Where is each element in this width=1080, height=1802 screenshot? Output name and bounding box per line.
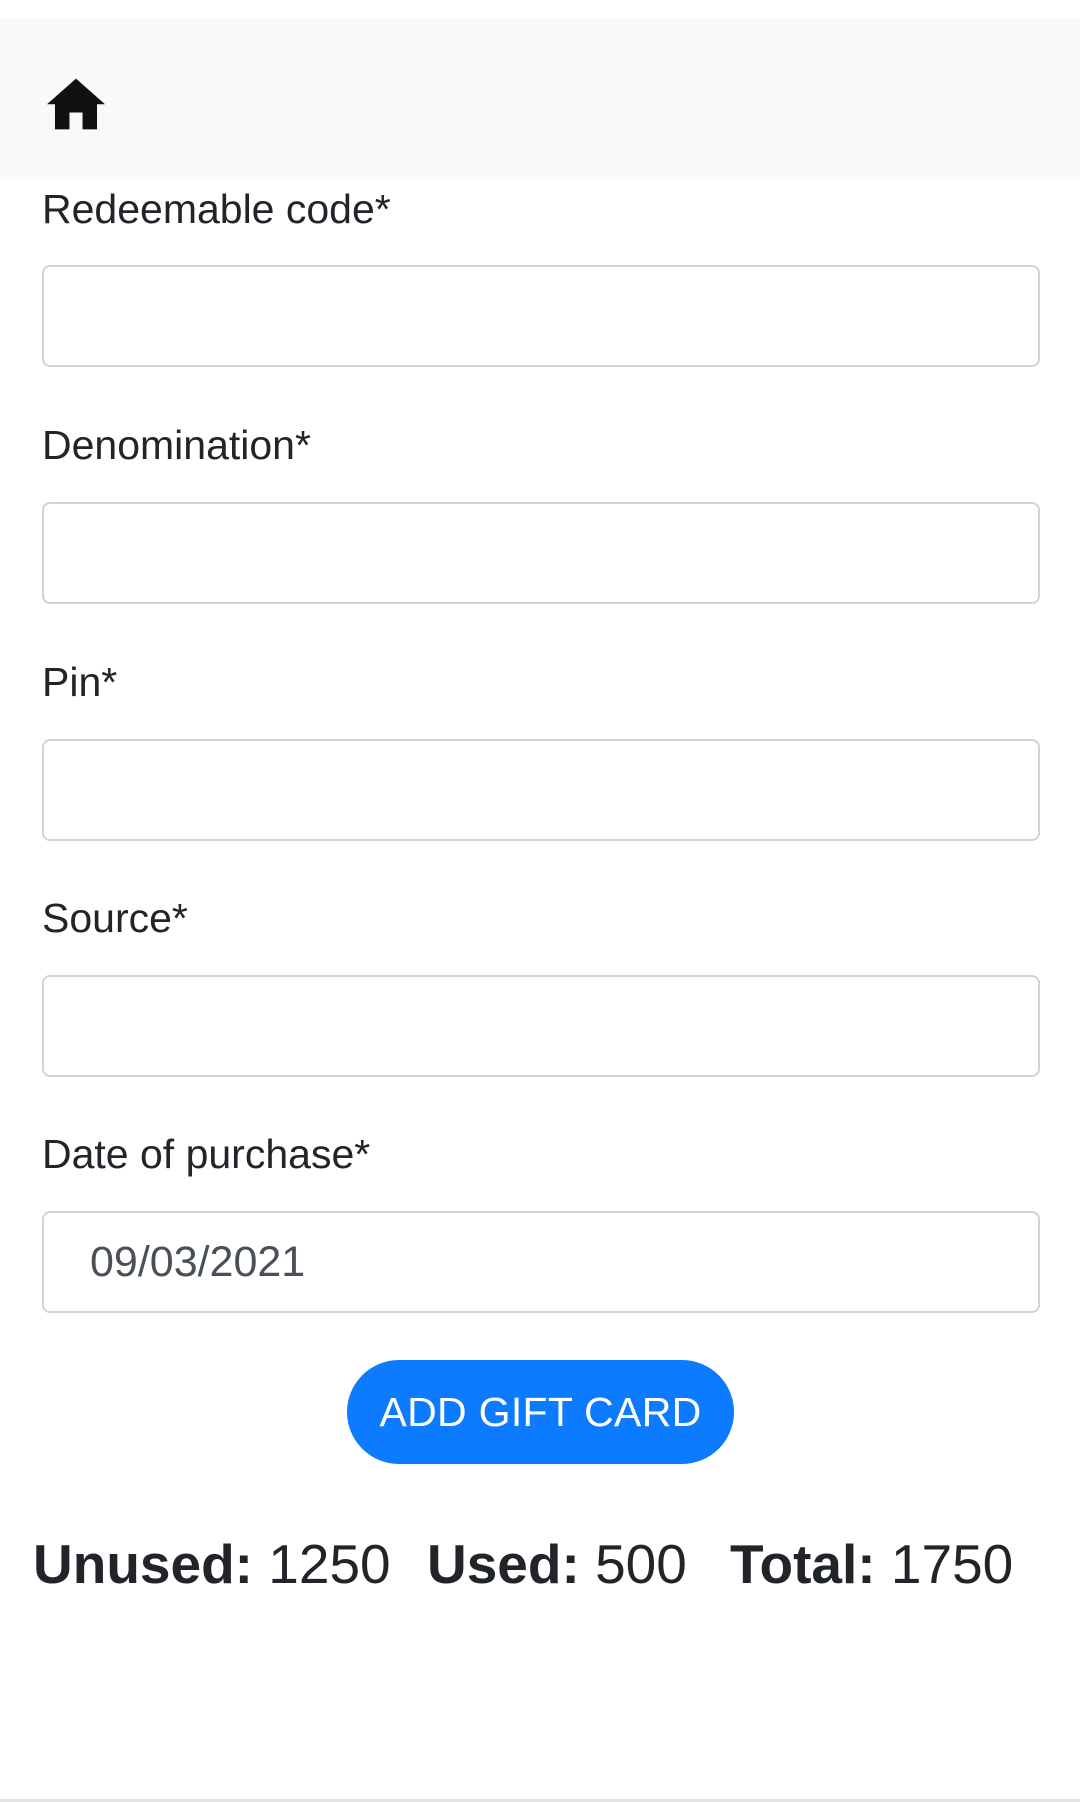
total-stat: Total: 1750 <box>730 1532 1013 1596</box>
pin-label: Pin* <box>42 659 118 705</box>
home-icon <box>47 78 105 130</box>
source-label: Source* <box>42 895 188 941</box>
total-value: 1750 <box>890 1533 1014 1595</box>
source-input[interactable] <box>42 975 1040 1077</box>
top-navbar <box>0 18 1080 177</box>
date-of-purchase-input[interactable] <box>42 1211 1040 1313</box>
unused-value: 1250 <box>268 1533 391 1595</box>
redeemable-code-label: Redeemable code* <box>42 186 391 232</box>
redeemable-code-input[interactable] <box>42 265 1040 367</box>
unused-stat: Unused: 1250 <box>33 1532 391 1596</box>
denomination-input[interactable] <box>42 502 1040 604</box>
pin-input[interactable] <box>42 739 1040 841</box>
home-button[interactable] <box>46 78 106 130</box>
unused-label: Unused: <box>33 1533 253 1595</box>
used-label: Used: <box>427 1533 580 1595</box>
denomination-label: Denomination* <box>42 422 311 468</box>
used-stat: Used: 500 <box>427 1532 687 1596</box>
used-value: 500 <box>595 1533 687 1595</box>
add-gift-card-button[interactable]: ADD GIFT CARD <box>347 1360 734 1464</box>
date-of-purchase-label: Date of purchase* <box>42 1131 371 1177</box>
total-label: Total: <box>730 1533 876 1595</box>
